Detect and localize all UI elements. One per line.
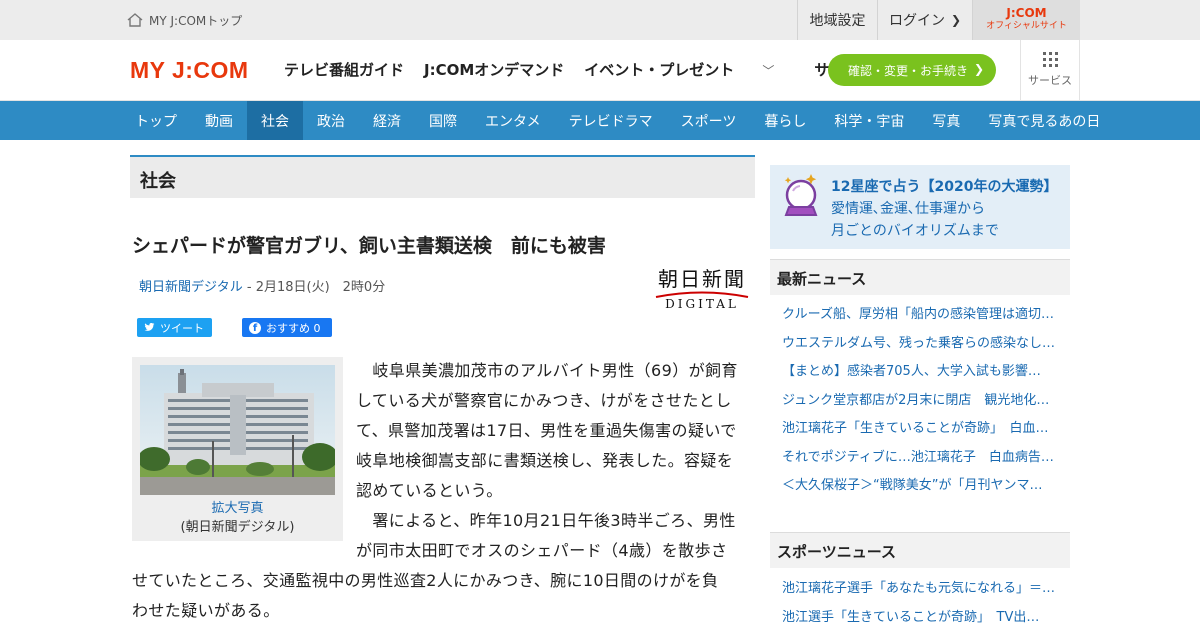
section-header: 社会 [130,155,755,198]
site-logo[interactable]: MY J:COM [130,57,249,84]
article-headline: シェパードが警官ガブリ、飼い主書類送検 前にも被害 [132,231,606,258]
login-label: ログイン [889,10,945,30]
category-tab[interactable]: エンタメ [471,101,555,140]
publish-date: - 2月18日(火) 2時0分 [243,280,385,295]
category-nav: トップ動画社会政治経済国際エンタメテレビドラマスポーツ暮らし科学・宇宙写真写真で… [0,101,1200,140]
nav-events[interactable]: イベント・プレゼント ﹀ [584,59,794,80]
category-tab[interactable]: トップ [121,101,191,140]
region-settings-button[interactable]: 地域設定 [797,0,877,40]
promo-title: 12星座で占う【2020年の大運勢】 [831,176,1057,198]
article-photo[interactable] [140,365,335,495]
tweet-label: ツイート [160,320,204,336]
source-link[interactable]: 朝日新聞デジタル [139,280,243,295]
services-label: サービス [1028,72,1072,88]
site-header: MY J:COM テレビ番組ガイド J:COMオンデマンド イベント・プレゼント… [0,40,1200,101]
services-menu-button[interactable]: サービス [1020,40,1080,100]
publisher-logo-top: 朝日新聞 [652,268,752,290]
nav-on-demand[interactable]: J:COMオンデマンド [424,59,564,80]
sports-news-list: 池江璃花子選手「あなたも元気になれる」＝…池江選手「生きていることが奇跡」 TV… [782,577,1062,634]
chevron-right-icon: ❯ [951,13,961,27]
news-link[interactable]: 池江璃花子選手「あなたも元気になれる」＝… [782,577,1062,606]
horoscope-promo-banner[interactable]: 12星座で占う【2020年の大運勢】 愛情運､金運､仕事運から 月ごとのバイオリ… [770,165,1070,249]
news-link[interactable]: ＜大久保桜子＞“戦隊美女”が「月刊ヤンマ… [782,474,1062,503]
body-line: 認めているという。 [356,476,503,506]
category-tab[interactable]: 動画 [191,101,247,140]
section-title: 社会 [140,167,176,193]
body-line: 署によると、昨年10月21日午後3時半ごろ、男性 [356,506,736,536]
promo-line-2: 愛情運､金運､仕事運から [831,198,1057,220]
utility-bar: MY J:COMトップ 地域設定 ログイン ❯ J:COM オフィシャルサイト [0,0,1200,40]
login-button[interactable]: ログイン ❯ [877,0,972,40]
body-line: 岐阜県美濃加茂市のアルバイト男性（69）が飼育 [356,356,738,386]
category-tab[interactable]: 科学・宇宙 [820,101,918,140]
crystal-ball-icon [780,171,822,219]
category-tab[interactable]: 暮らし [750,101,820,140]
article-photo-box: 拡大写真 (朝日新聞デジタル) [132,357,343,541]
latest-news-title: 最新ニュース [777,268,866,289]
category-tab[interactable]: 経済 [359,101,415,140]
twitter-icon [144,323,155,332]
official-site-link[interactable]: J:COM オフィシャルサイト [972,0,1080,40]
promo-text: 12星座で占う【2020年の大運勢】 愛情運､金運､仕事運から 月ごとのバイオリ… [831,176,1057,242]
region-settings-label: 地域設定 [810,10,866,30]
promo-line-3: 月ごとのバイオリズムまで [831,220,1057,242]
category-tab[interactable]: 写真 [918,101,974,140]
home-icon [127,13,143,27]
sports-news-header: スポーツニュース [770,532,1070,568]
cta-label: 確認・変更・お手続き [848,62,968,79]
home-link[interactable]: MY J:COMトップ [127,10,242,30]
sports-news-title: スポーツニュース [777,541,896,562]
category-tab[interactable]: テレビドラマ [555,101,667,140]
news-link[interactable]: それでポジティブに…池江璃花子 白血病告… [782,446,1062,475]
news-link[interactable]: 【まとめ】感染者705人、大学入試も影響… [782,360,1062,389]
chevron-down-icon: ﹀ [762,64,774,78]
official-label: オフィシャルサイト [986,21,1067,32]
category-tab[interactable]: 写真で見るあの日 [974,101,1114,140]
body-line: 岐阜地検御嵩支部に書類送検し、発表した。容疑を [356,446,733,476]
news-link[interactable]: ウエステルダム号、残った乗客らの感染なし… [782,332,1062,361]
latest-news-header: 最新ニュース [770,259,1070,295]
grid-icon [1043,52,1058,67]
tweet-button[interactable]: ツイート [137,318,212,337]
nav-tv-guide[interactable]: テレビ番組ガイド [284,59,404,80]
news-link[interactable]: 池江璃花子「生きていることが奇跡」 白血… [782,417,1062,446]
news-link[interactable]: クルーズ船、厚労相「船内の感染管理は適切… [782,303,1062,332]
home-link-label: MY J:COMトップ [149,12,242,29]
photo-credit: (朝日新聞デジタル) [132,516,343,535]
category-tab[interactable]: 政治 [303,101,359,140]
facebook-icon: f [249,322,261,334]
body-line: わせた疑いがある。 [132,596,280,626]
category-tab[interactable]: 社会 [247,101,303,140]
news-link[interactable]: ジュンク堂京都店が2月末に閉店 観光地化… [782,389,1062,418]
official-brand: J:COM [1006,8,1046,19]
body-line: て、県警加茂署は17日、男性を重過失傷害の疑いで [356,416,737,446]
latest-news-list: クルーズ船、厚労相「船内の感染管理は適切…ウエステルダム号、残った乗客らの感染な… [782,303,1062,503]
body-line: せていたところ、交通監視中の男性巡査2人にかみつき、腕に10日間のけがを負 [132,566,718,596]
chevron-right-icon: ❯ [974,62,984,76]
nav-events-label: イベント・プレゼント [584,61,734,79]
global-nav: テレビ番組ガイド J:COMオンデマンド イベント・プレゼント﹀ サポート [284,59,894,80]
publisher-logo[interactable]: 朝日新聞 DIGITAL [652,268,752,314]
body-line: している犬が警察官にかみつき、けがをさせたとし [356,386,732,416]
publisher-logo-bottom: DIGITAL [652,297,752,311]
category-tab[interactable]: 国際 [415,101,471,140]
category-tab[interactable]: スポーツ [667,101,751,140]
enlarge-photo-link[interactable]: 拡大写真 [132,497,343,516]
facebook-recommend-button[interactable]: f おすすめ 0 [242,318,332,337]
facebook-label: おすすめ 0 [266,320,321,336]
body-line: が同市太田町でオスのシェパード（4歳）を散歩さ [356,536,727,566]
article-meta: 朝日新聞デジタル - 2月18日(火) 2時0分 [139,276,385,295]
account-procedures-button[interactable]: 確認・変更・お手続き ❯ [828,54,996,86]
